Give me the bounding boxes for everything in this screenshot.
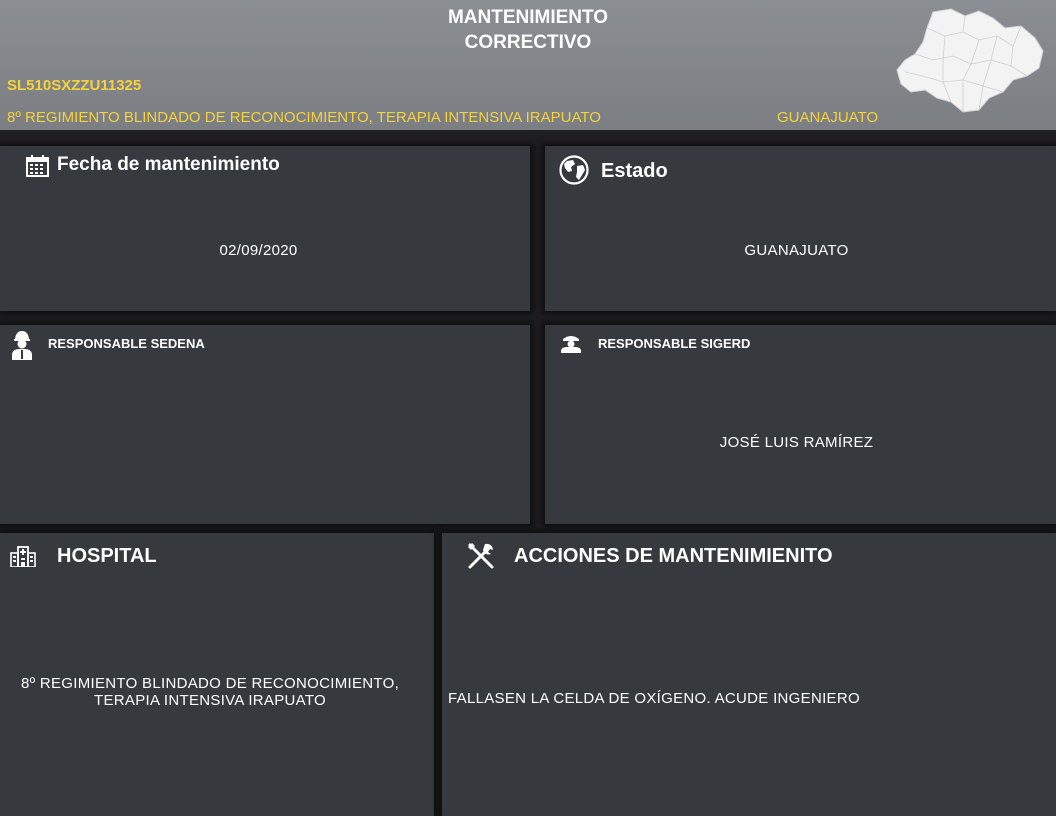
card-estado: Estado GUANAJUATO	[545, 146, 1056, 311]
card-value-acciones: FALLASEN LA CELDA DE OXÍGENO. ACUDE INGE…	[448, 690, 860, 707]
card-value-fecha: 02/09/2020	[219, 242, 298, 259]
hospital-value-line-2: TERAPIA INTENSIVA IRAPUATO	[93, 692, 327, 709]
page-title: MANTENIMIENTO CORRECTIVO	[380, 5, 676, 55]
tools-icon	[468, 543, 494, 569]
card-title-estado: Estado	[601, 160, 668, 182]
title-line-2: CORRECTIVO	[464, 32, 592, 53]
header-bar: MANTENIMIENTO CORRECTIVO SL510SXZZU11325…	[0, 0, 1056, 130]
guanajuato-map-icon	[896, 8, 1044, 113]
officer-icon	[561, 336, 581, 353]
card-title-sigerd: RESPONSABLE SIGERD	[598, 336, 751, 351]
card-hospital: HOSPITAL 8º REGIMIENTO BLINDADO DE RECON…	[0, 533, 434, 816]
hospital-icon	[10, 546, 36, 567]
calendar-icon	[26, 155, 49, 177]
card-responsable-sedena: RESPONSABLE SEDENA	[0, 325, 530, 524]
card-responsable-sigerd: RESPONSABLE SIGERD JOSÉ LUIS RAMÍREZ	[545, 325, 1056, 524]
card-value-sigerd: JOSÉ LUIS RAMÍREZ	[719, 434, 874, 451]
card-title-hospital: HOSPITAL	[57, 545, 157, 567]
card-fecha-mantenimiento: Fecha de mantenimiento 02/09/2020	[0, 146, 530, 311]
header-state-name: GUANAJUATO	[777, 109, 879, 126]
header-hospital-name: 8º REGIMIENTO BLINDADO DE RECONOCIMIENTO…	[7, 109, 601, 126]
card-title-acciones: ACCIONES DE MANTENIMIENITO	[514, 545, 833, 567]
card-title-sedena: RESPONSABLE SEDENA	[48, 336, 205, 351]
card-value-hospital: 8º REGIMIENTO BLINDADO DE RECONOCIMIENTO…	[0, 675, 420, 709]
card-value-estado: GUANAJUATO	[744, 242, 849, 259]
title-line-1: MANTENIMIENTO	[447, 7, 609, 28]
hospital-value-line-1: 8º REGIMIENTO BLINDADO DE RECONOCIMIENTO…	[20, 675, 400, 692]
card-title-fecha: Fecha de mantenimiento	[57, 154, 280, 175]
soldier-icon	[12, 331, 32, 360]
globe-icon	[559, 155, 589, 185]
serial-number: SL510SXZZU11325	[7, 77, 142, 94]
card-acciones-mantenimiento: ACCIONES DE MANTENIMIENITO FALLASEN LA C…	[442, 533, 1056, 816]
